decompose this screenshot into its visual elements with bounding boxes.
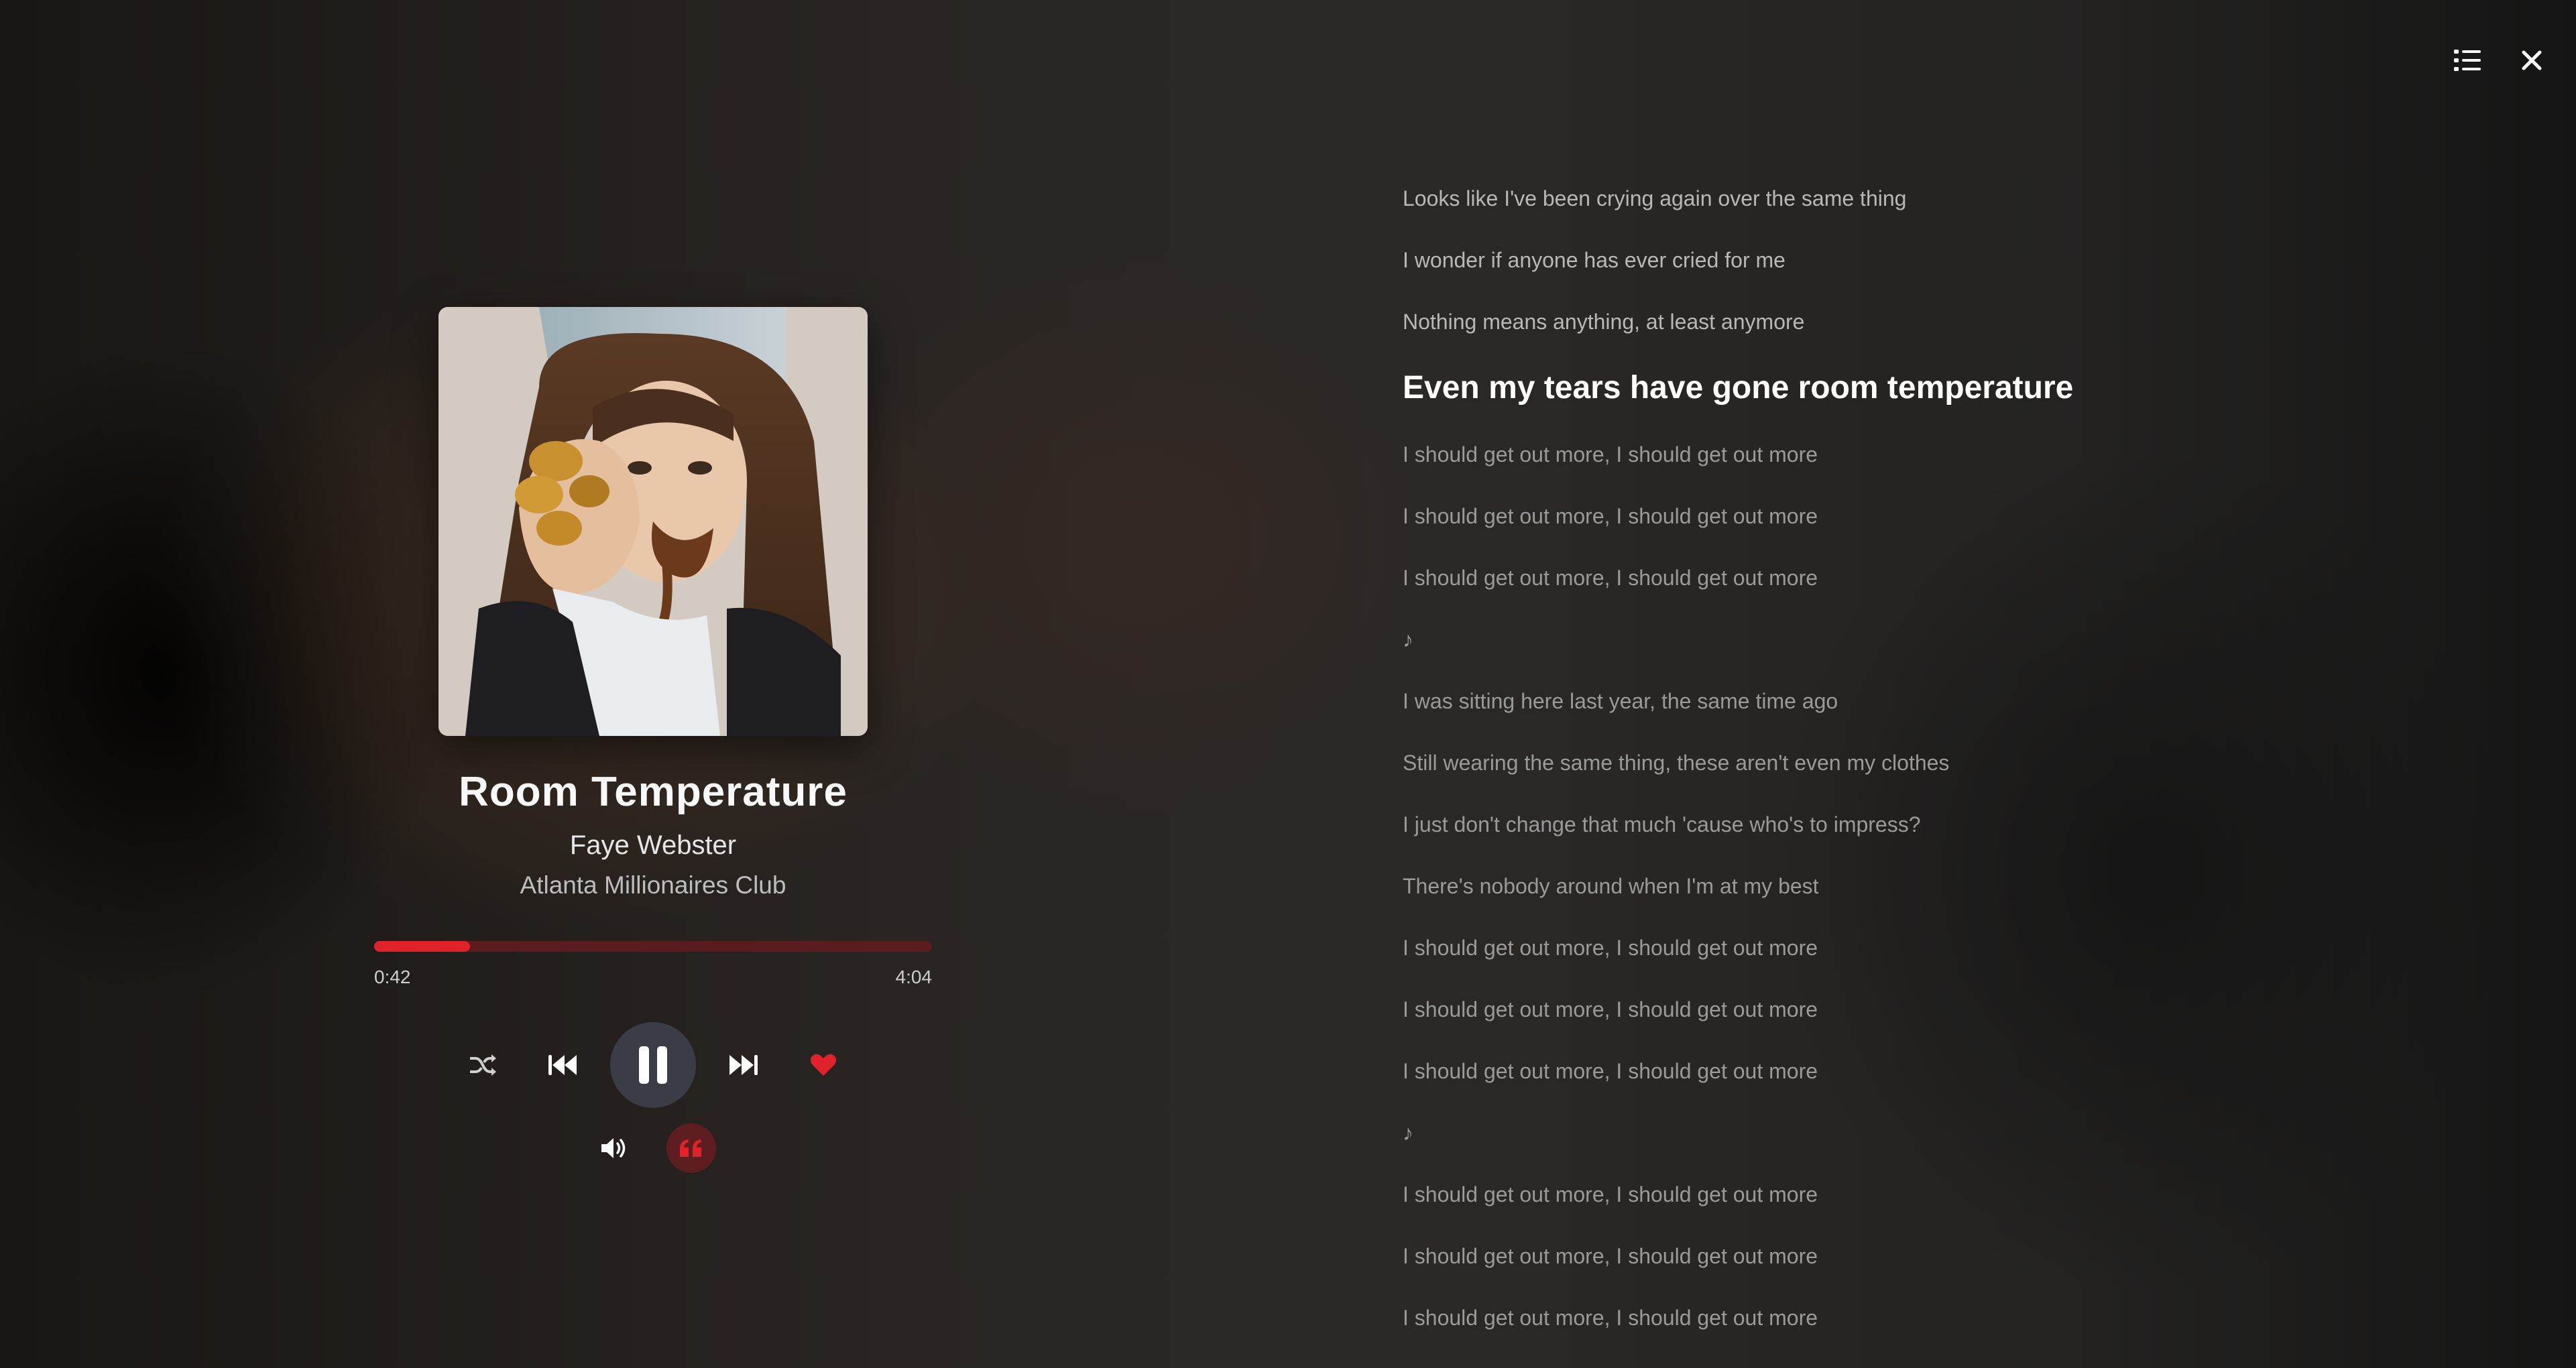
heart-icon[interactable] [783,1021,864,1109]
progress-fill [374,941,471,952]
close-icon[interactable] [2513,42,2551,79]
lyric-line[interactable]: Nothing means anything, at least anymore [1403,291,2408,353]
volume-icon[interactable] [590,1123,640,1173]
rewind-icon[interactable] [523,1021,603,1109]
fast-forward-icon[interactable] [703,1021,783,1109]
lyric-line[interactable]: I should get out more, I should get out … [1403,917,2408,979]
secondary-controls [590,1123,716,1173]
lyric-line[interactable]: I should get out more, I should get out … [1403,485,2408,547]
lyric-line[interactable]: Still wearing the same thing, these aren… [1403,732,2408,794]
progress-bar[interactable] [374,941,932,952]
lyric-line[interactable]: I was sitting here last year, the same t… [1403,670,2408,732]
lyric-line[interactable]: I should get out more, I should get out … [1403,424,2408,485]
lyric-line[interactable]: I should get out more, I should get out … [1403,1164,2408,1225]
lyric-line[interactable]: I should get out more, I should get out … [1403,1287,2408,1349]
now-playing-screen: Room Temperature Faye Webster Atlanta Mi… [0,0,2576,1368]
lyric-line[interactable]: ♪ [1403,609,2408,670]
pause-icon[interactable] [610,1022,696,1108]
lyric-line[interactable]: I wonder if anyone has ever cried for me [1403,229,2408,291]
shuffle-icon[interactable] [443,1021,523,1109]
lyric-line[interactable]: I should get out more, I should get out … [1403,979,2408,1040]
lyrics-panel: Looks like I've been crying again over t… [1403,168,2408,1349]
lyric-line-current[interactable]: Even my tears have gone room temperature [1403,353,2408,424]
player-panel: Room Temperature Faye Webster Atlanta Mi… [374,307,932,1173]
track-title: Room Temperature [459,769,847,815]
track-artist[interactable]: Faye Webster [570,830,736,861]
progress-section: 0:42 4:04 [374,941,932,988]
album-cover [438,307,868,736]
lyric-line[interactable]: There's nobody around when I'm at my bes… [1403,855,2408,917]
lyric-line[interactable]: I just don't change that much 'cause who… [1403,794,2408,855]
lyric-line[interactable]: ♪ [1403,1102,2408,1164]
lyric-line[interactable]: I should get out more, I should get out … [1403,1225,2408,1287]
quote-icon[interactable] [666,1123,716,1173]
elapsed-time: 0:42 [374,967,411,987]
lyric-line[interactable]: I should get out more, I should get out … [1403,1040,2408,1102]
total-time: 4:04 [895,967,933,987]
track-album[interactable]: Atlanta Millionaires Club [520,871,786,899]
lyric-line[interactable]: Looks like I've been crying again over t… [1403,168,2408,229]
lyric-line[interactable]: I should get out more, I should get out … [1403,547,2408,609]
list-icon[interactable] [2449,42,2486,79]
playback-controls [443,1021,864,1109]
